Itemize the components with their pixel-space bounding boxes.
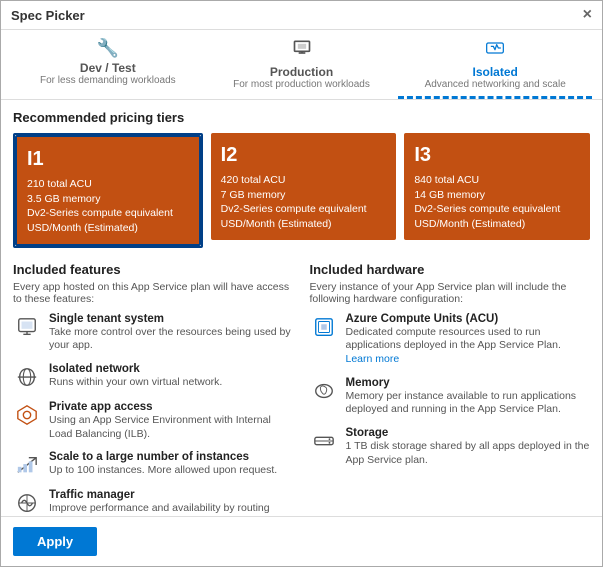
window-title: Spec Picker <box>11 8 85 23</box>
private-access-icon <box>13 401 41 429</box>
dev-test-title: Dev / Test <box>17 61 199 75</box>
storage-name: Storage <box>346 427 591 439</box>
production-title: Production <box>211 65 393 79</box>
production-icon <box>211 38 393 63</box>
private-access-text: Private app access Using an App Service … <box>49 401 294 441</box>
acu-name: Azure Compute Units (ACU) <box>346 313 591 325</box>
pricing-tiers: I1 210 total ACU 3.5 GB memory Dv2-Serie… <box>13 133 590 248</box>
tier-i1-compute: Dv2-Series compute equivalent <box>27 206 189 221</box>
traffic-manager-icon <box>13 489 41 516</box>
storage-desc: 1 TB disk storage shared by all apps dep… <box>346 440 591 467</box>
traffic-manager-desc: Improve performance and availability by … <box>49 502 294 516</box>
acu-text: Azure Compute Units (ACU) Dedicated comp… <box>346 313 591 367</box>
feature-private-access: Private app access Using an App Service … <box>13 401 294 441</box>
tier-i2-compute: Dv2-Series compute equivalent <box>221 202 387 217</box>
hardware-subtitle: Every instance of your App Service plan … <box>310 281 591 305</box>
isolated-network-name: Isolated network <box>49 363 294 375</box>
isolated-network-icon <box>13 363 41 391</box>
hardware-memory: Memory Memory per instance available to … <box>310 377 591 417</box>
hardware-title: Included hardware <box>310 262 591 277</box>
tier-i3-memory: 14 GB memory <box>414 188 580 203</box>
acu-desc: Dedicated compute resources used to run … <box>346 326 591 367</box>
tier-i2-label: I2 <box>221 141 387 169</box>
acu-icon <box>310 313 338 341</box>
single-tenant-name: Single tenant system <box>49 313 294 325</box>
private-access-desc: Using an App Service Environment with In… <box>49 414 294 441</box>
close-button[interactable]: × <box>583 7 592 23</box>
features-title: Included features <box>13 262 294 277</box>
tier-i1-wrapper: I1 210 total ACU 3.5 GB memory Dv2-Serie… <box>13 133 203 248</box>
isolated-title: Isolated <box>404 65 586 79</box>
single-tenant-text: Single tenant system Take more control o… <box>49 313 294 353</box>
tier-i2-wrapper: I2 420 total ACU 7 GB memory Dv2-Series … <box>211 133 397 248</box>
isolated-subtitle: Advanced networking and scale <box>404 79 586 90</box>
storage-text: Storage 1 TB disk storage shared by all … <box>346 427 591 467</box>
scale-text: Scale to a large number of instances Up … <box>49 451 294 478</box>
isolated-network-text: Isolated network Runs within your own vi… <box>49 363 294 390</box>
apply-button[interactable]: Apply <box>13 527 97 556</box>
tab-isolated[interactable]: Isolated Advanced networking and scale <box>398 30 592 99</box>
scale-icon <box>13 451 41 479</box>
feature-isolated-network: Isolated network Runs within your own vi… <box>13 363 294 391</box>
content-area: Recommended pricing tiers I1 210 total A… <box>1 100 602 516</box>
traffic-manager-name: Traffic manager <box>49 489 294 501</box>
storage-icon <box>310 427 338 455</box>
title-bar: Spec Picker × <box>1 1 602 30</box>
tier-i2-price: USD/Month (Estimated) <box>221 217 387 232</box>
single-tenant-icon <box>13 313 41 341</box>
tier-i1-memory: 3.5 GB memory <box>27 192 189 207</box>
hardware-column: Included hardware Every instance of your… <box>310 262 591 516</box>
tier-i2[interactable]: I2 420 total ACU 7 GB memory Dv2-Series … <box>211 133 397 240</box>
isolated-icon <box>404 38 586 63</box>
production-subtitle: For most production workloads <box>211 79 393 90</box>
memory-desc: Memory per instance available to run app… <box>346 390 591 417</box>
traffic-manager-text: Traffic manager Improve performance and … <box>49 489 294 516</box>
hardware-acu: Azure Compute Units (ACU) Dedicated comp… <box>310 313 591 367</box>
scale-desc: Up to 100 instances. More allowed upon r… <box>49 464 294 478</box>
tier-i3-label: I3 <box>414 141 580 169</box>
tier-i3-wrapper: I3 840 total ACU 14 GB memory Dv2-Series… <box>404 133 590 248</box>
isolated-network-desc: Runs within your own virtual network. <box>49 376 294 390</box>
tier-i1-acu: 210 total ACU <box>27 177 189 192</box>
dev-test-subtitle: For less demanding workloads <box>17 75 199 86</box>
spec-picker-window: Spec Picker × 🔧 Dev / Test For less dema… <box>0 0 603 567</box>
tier-i1-label: I1 <box>27 145 189 173</box>
tier-i1[interactable]: I1 210 total ACU 3.5 GB memory Dv2-Serie… <box>15 135 201 246</box>
single-tenant-desc: Take more control over the resources bei… <box>49 326 294 353</box>
memory-name: Memory <box>346 377 591 389</box>
tab-bar: 🔧 Dev / Test For less demanding workload… <box>1 30 602 100</box>
tier-i3-compute: Dv2-Series compute equivalent <box>414 202 580 217</box>
learn-more-link[interactable]: Learn more <box>346 353 400 365</box>
feature-single-tenant: Single tenant system Take more control o… <box>13 313 294 353</box>
tier-i3-acu: 840 total ACU <box>414 173 580 188</box>
footer: Apply <box>1 516 602 566</box>
memory-text: Memory Memory per instance available to … <box>346 377 591 417</box>
tier-i3[interactable]: I3 840 total ACU 14 GB memory Dv2-Series… <box>404 133 590 240</box>
features-column: Included features Every app hosted on th… <box>13 262 294 516</box>
recommended-label: Recommended pricing tiers <box>13 110 590 125</box>
tab-production[interactable]: Production For most production workloads <box>205 30 399 99</box>
private-access-name: Private app access <box>49 401 294 413</box>
features-subtitle: Every app hosted on this App Service pla… <box>13 281 294 305</box>
scale-name: Scale to a large number of instances <box>49 451 294 463</box>
feature-scale: Scale to a large number of instances Up … <box>13 451 294 479</box>
dev-test-icon: 🔧 <box>17 38 199 59</box>
tier-i2-acu: 420 total ACU <box>221 173 387 188</box>
tier-i1-price: USD/Month (Estimated) <box>27 221 189 236</box>
memory-icon <box>310 377 338 405</box>
feature-traffic-manager: Traffic manager Improve performance and … <box>13 489 294 516</box>
tier-i3-price: USD/Month (Estimated) <box>414 217 580 232</box>
hardware-storage: Storage 1 TB disk storage shared by all … <box>310 427 591 467</box>
tab-dev-test[interactable]: 🔧 Dev / Test For less demanding workload… <box>11 30 205 99</box>
two-columns: Included features Every app hosted on th… <box>13 262 590 516</box>
tier-i2-memory: 7 GB memory <box>221 188 387 203</box>
